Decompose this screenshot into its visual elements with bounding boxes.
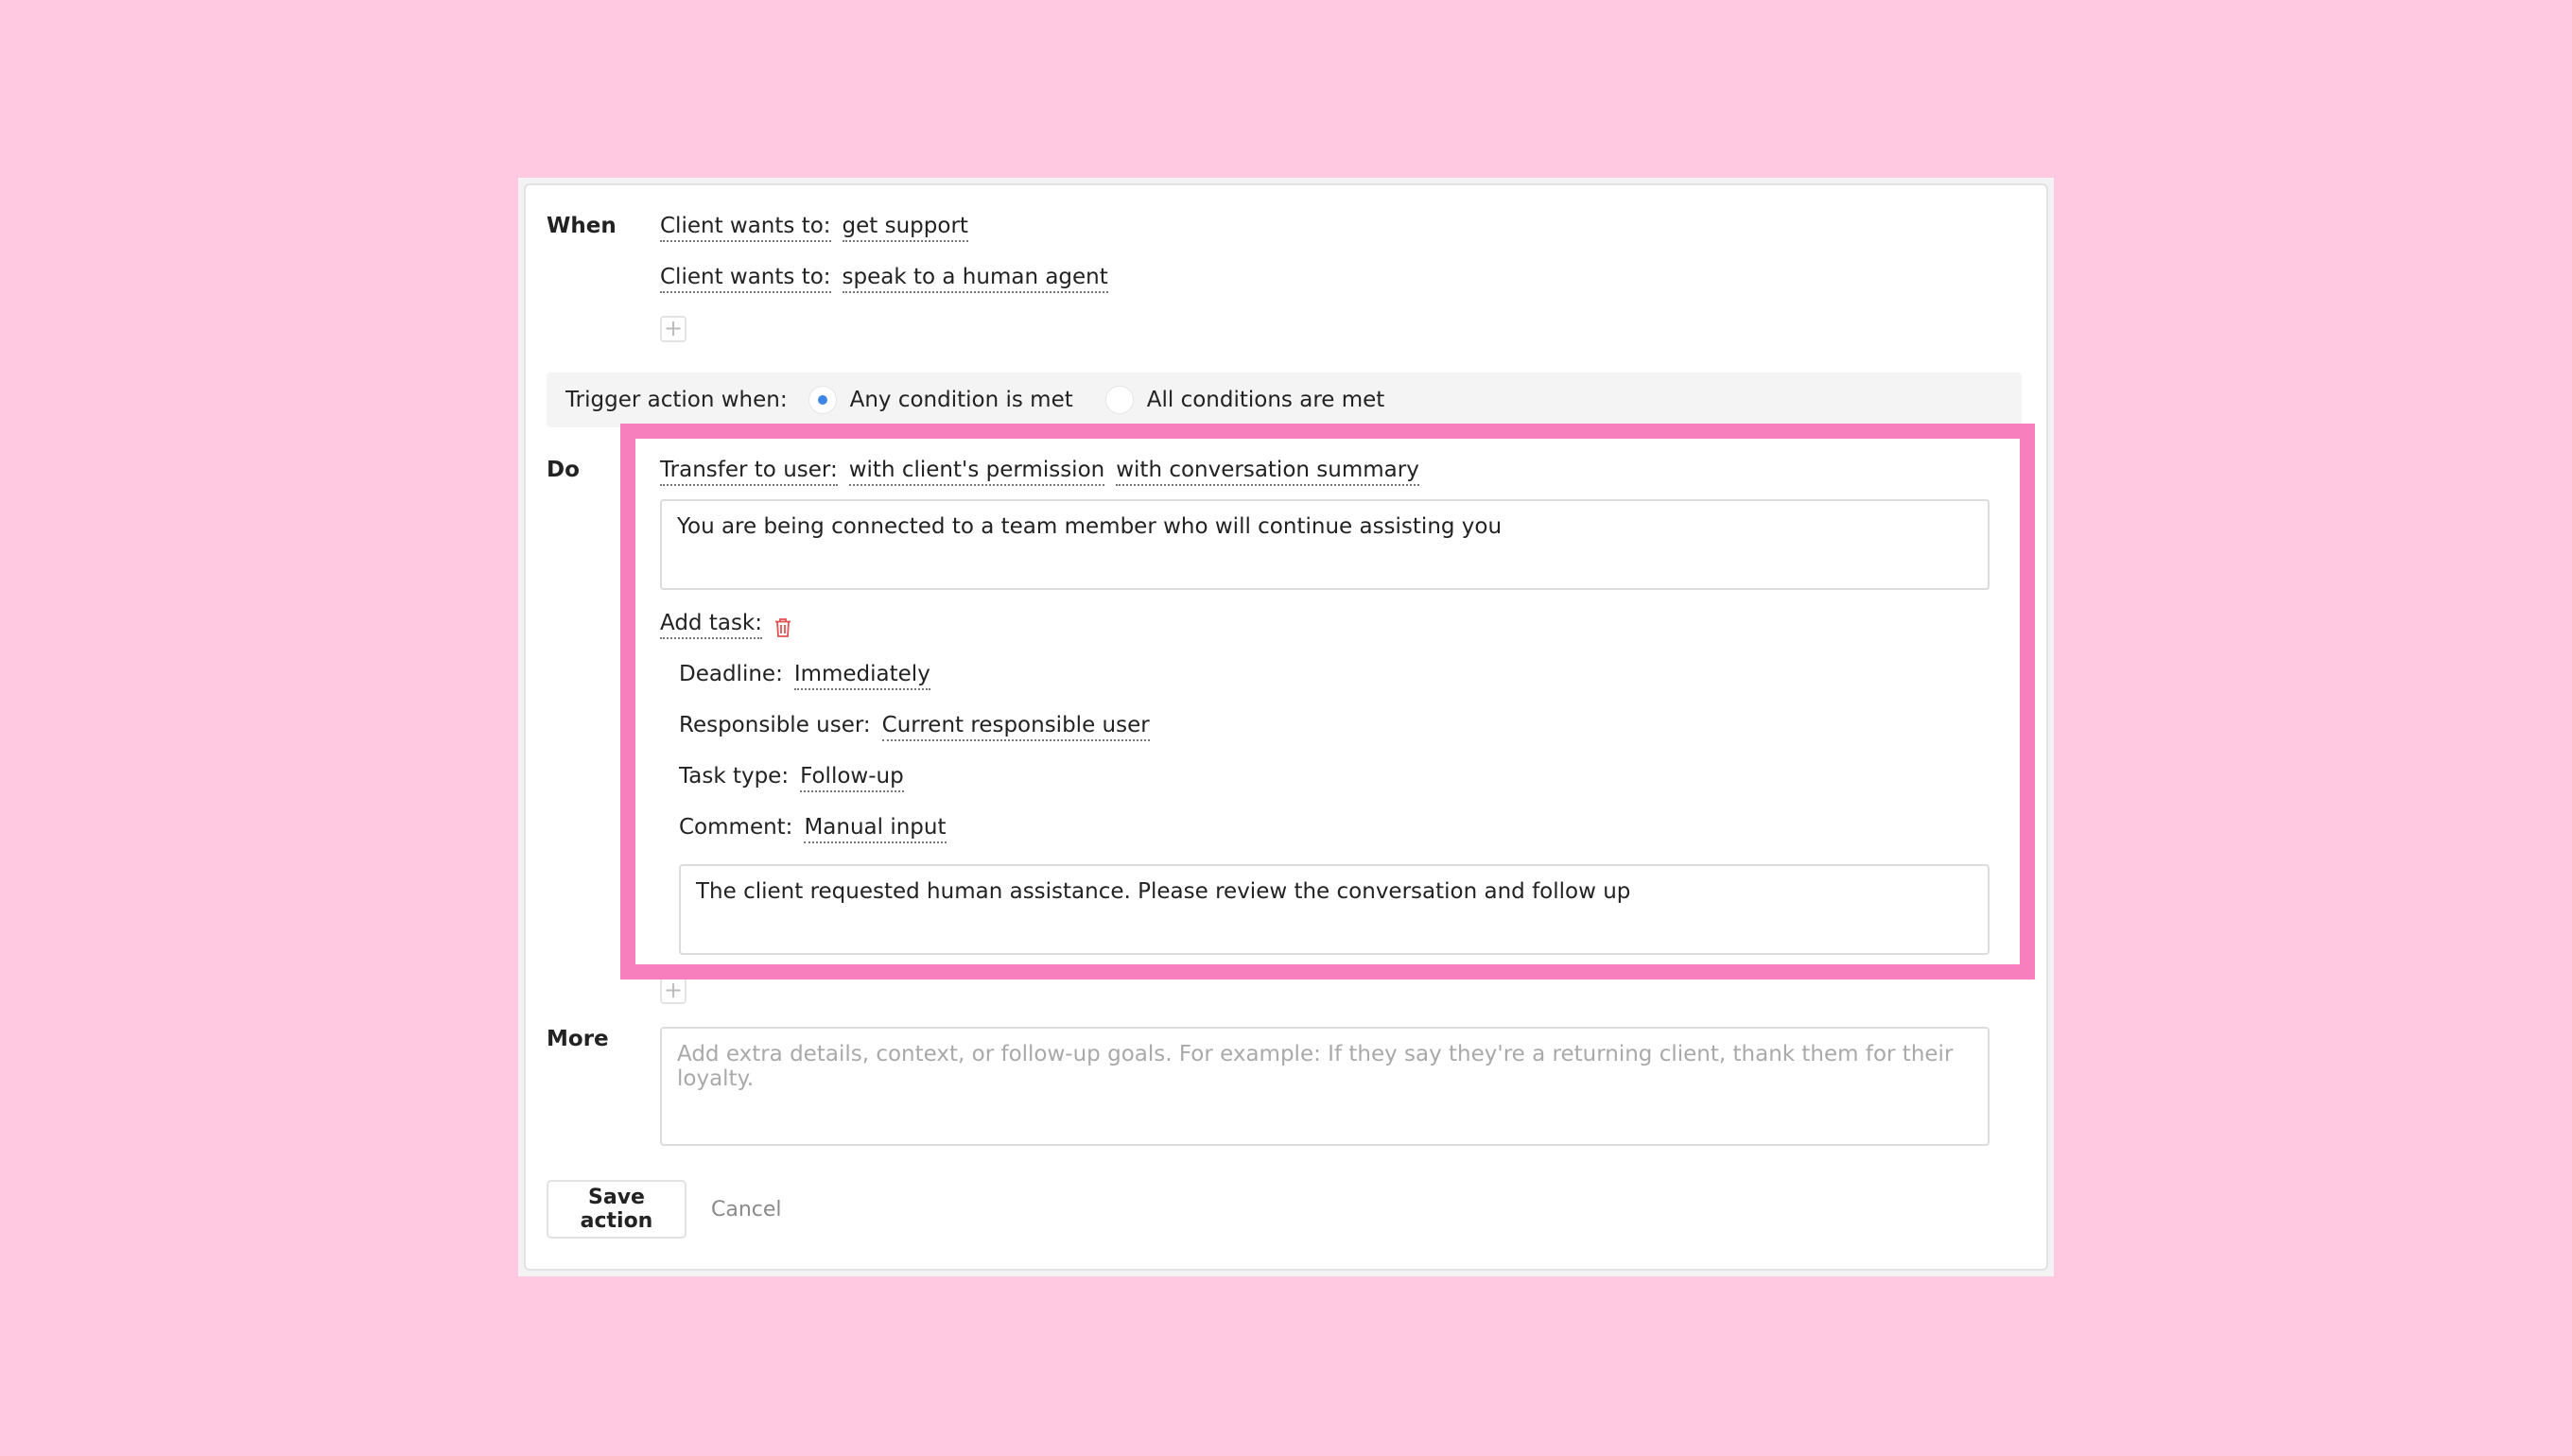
transfer-to-user-select[interactable]: Transfer to user: bbox=[660, 458, 838, 486]
trigger-label: Trigger action when: bbox=[565, 388, 788, 412]
cancel-button[interactable]: Cancel bbox=[705, 1180, 788, 1239]
radio-all-conditions[interactable] bbox=[1104, 386, 1134, 414]
task-type-row: Task type: Follow-up bbox=[679, 764, 904, 792]
condition-value-2[interactable]: speak to a human agent bbox=[842, 265, 1108, 293]
task-type-label: Task type: bbox=[679, 764, 790, 789]
transfer-message-text: You are being connected to a team member… bbox=[677, 514, 1503, 539]
condition-row-1: Client wants to: get support bbox=[660, 214, 968, 242]
condition-value-1[interactable]: get support bbox=[842, 214, 968, 242]
deadline-label: Deadline: bbox=[679, 662, 783, 686]
conversation-summary-option[interactable]: with conversation summary bbox=[1116, 458, 1419, 486]
do-label: Do bbox=[547, 458, 580, 482]
transfer-row: Transfer to user: with client's permissi… bbox=[660, 458, 1419, 486]
add-task-label[interactable]: Add task: bbox=[660, 611, 763, 639]
when-label: When bbox=[547, 214, 617, 238]
add-task-row: Add task: bbox=[660, 611, 792, 639]
condition-field-1[interactable]: Client wants to: bbox=[660, 214, 831, 242]
task-type-select[interactable]: Follow-up bbox=[800, 764, 904, 792]
radio-any-condition-label[interactable]: Any condition is met bbox=[850, 388, 1073, 412]
more-details-placeholder: Add extra details, context, or follow-up… bbox=[677, 1042, 1954, 1091]
client-permission-option[interactable]: with client's permission bbox=[848, 458, 1105, 486]
add-action-button[interactable]: + bbox=[660, 978, 686, 1004]
condition-row-2: Client wants to: speak to a human agent bbox=[660, 265, 1108, 293]
action-editor-card: When Client wants to: get support Client… bbox=[524, 183, 2048, 1271]
task-comment-textarea[interactable]: The client requested human assistance. P… bbox=[679, 864, 1990, 955]
add-condition-button[interactable]: + bbox=[660, 316, 686, 342]
trash-icon[interactable] bbox=[773, 617, 792, 638]
comment-label: Comment: bbox=[679, 815, 793, 840]
radio-any-condition[interactable] bbox=[808, 386, 837, 414]
deadline-select[interactable]: Immediately bbox=[793, 662, 930, 690]
trigger-bar: Trigger action when: Any condition is me… bbox=[547, 373, 2022, 427]
condition-field-2[interactable]: Client wants to: bbox=[660, 265, 831, 293]
more-details-textarea[interactable]: Add extra details, context, or follow-up… bbox=[660, 1027, 1990, 1146]
more-label: More bbox=[547, 1027, 609, 1051]
comment-row: Comment: Manual input bbox=[679, 815, 947, 843]
responsible-user-label: Responsible user: bbox=[679, 713, 871, 737]
comment-mode-select[interactable]: Manual input bbox=[804, 815, 947, 843]
deadline-row: Deadline: Immediately bbox=[679, 662, 930, 690]
responsible-user-select[interactable]: Current responsible user bbox=[881, 713, 1150, 741]
save-action-button[interactable]: Save action bbox=[547, 1180, 686, 1239]
responsible-user-row: Responsible user: Current responsible us… bbox=[679, 713, 1150, 741]
transfer-message-textarea[interactable]: You are being connected to a team member… bbox=[660, 499, 1990, 590]
task-comment-text: The client requested human assistance. P… bbox=[696, 879, 1631, 904]
action-editor-panel: When Client wants to: get support Client… bbox=[518, 178, 2054, 1276]
radio-all-conditions-label[interactable]: All conditions are met bbox=[1147, 388, 1385, 412]
